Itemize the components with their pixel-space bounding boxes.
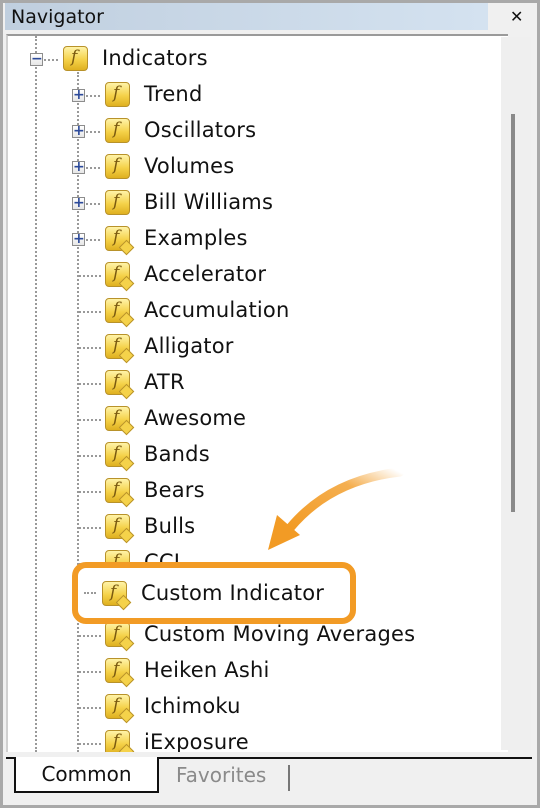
tab-bar: Common Favorites xyxy=(6,757,532,797)
tab-separator xyxy=(288,765,290,791)
tab-favorites[interactable]: Favorites xyxy=(176,763,266,787)
tab-common[interactable]: Common xyxy=(14,757,159,793)
arrow-shaft xyxy=(285,467,405,533)
annotation-arrow xyxy=(268,467,405,550)
